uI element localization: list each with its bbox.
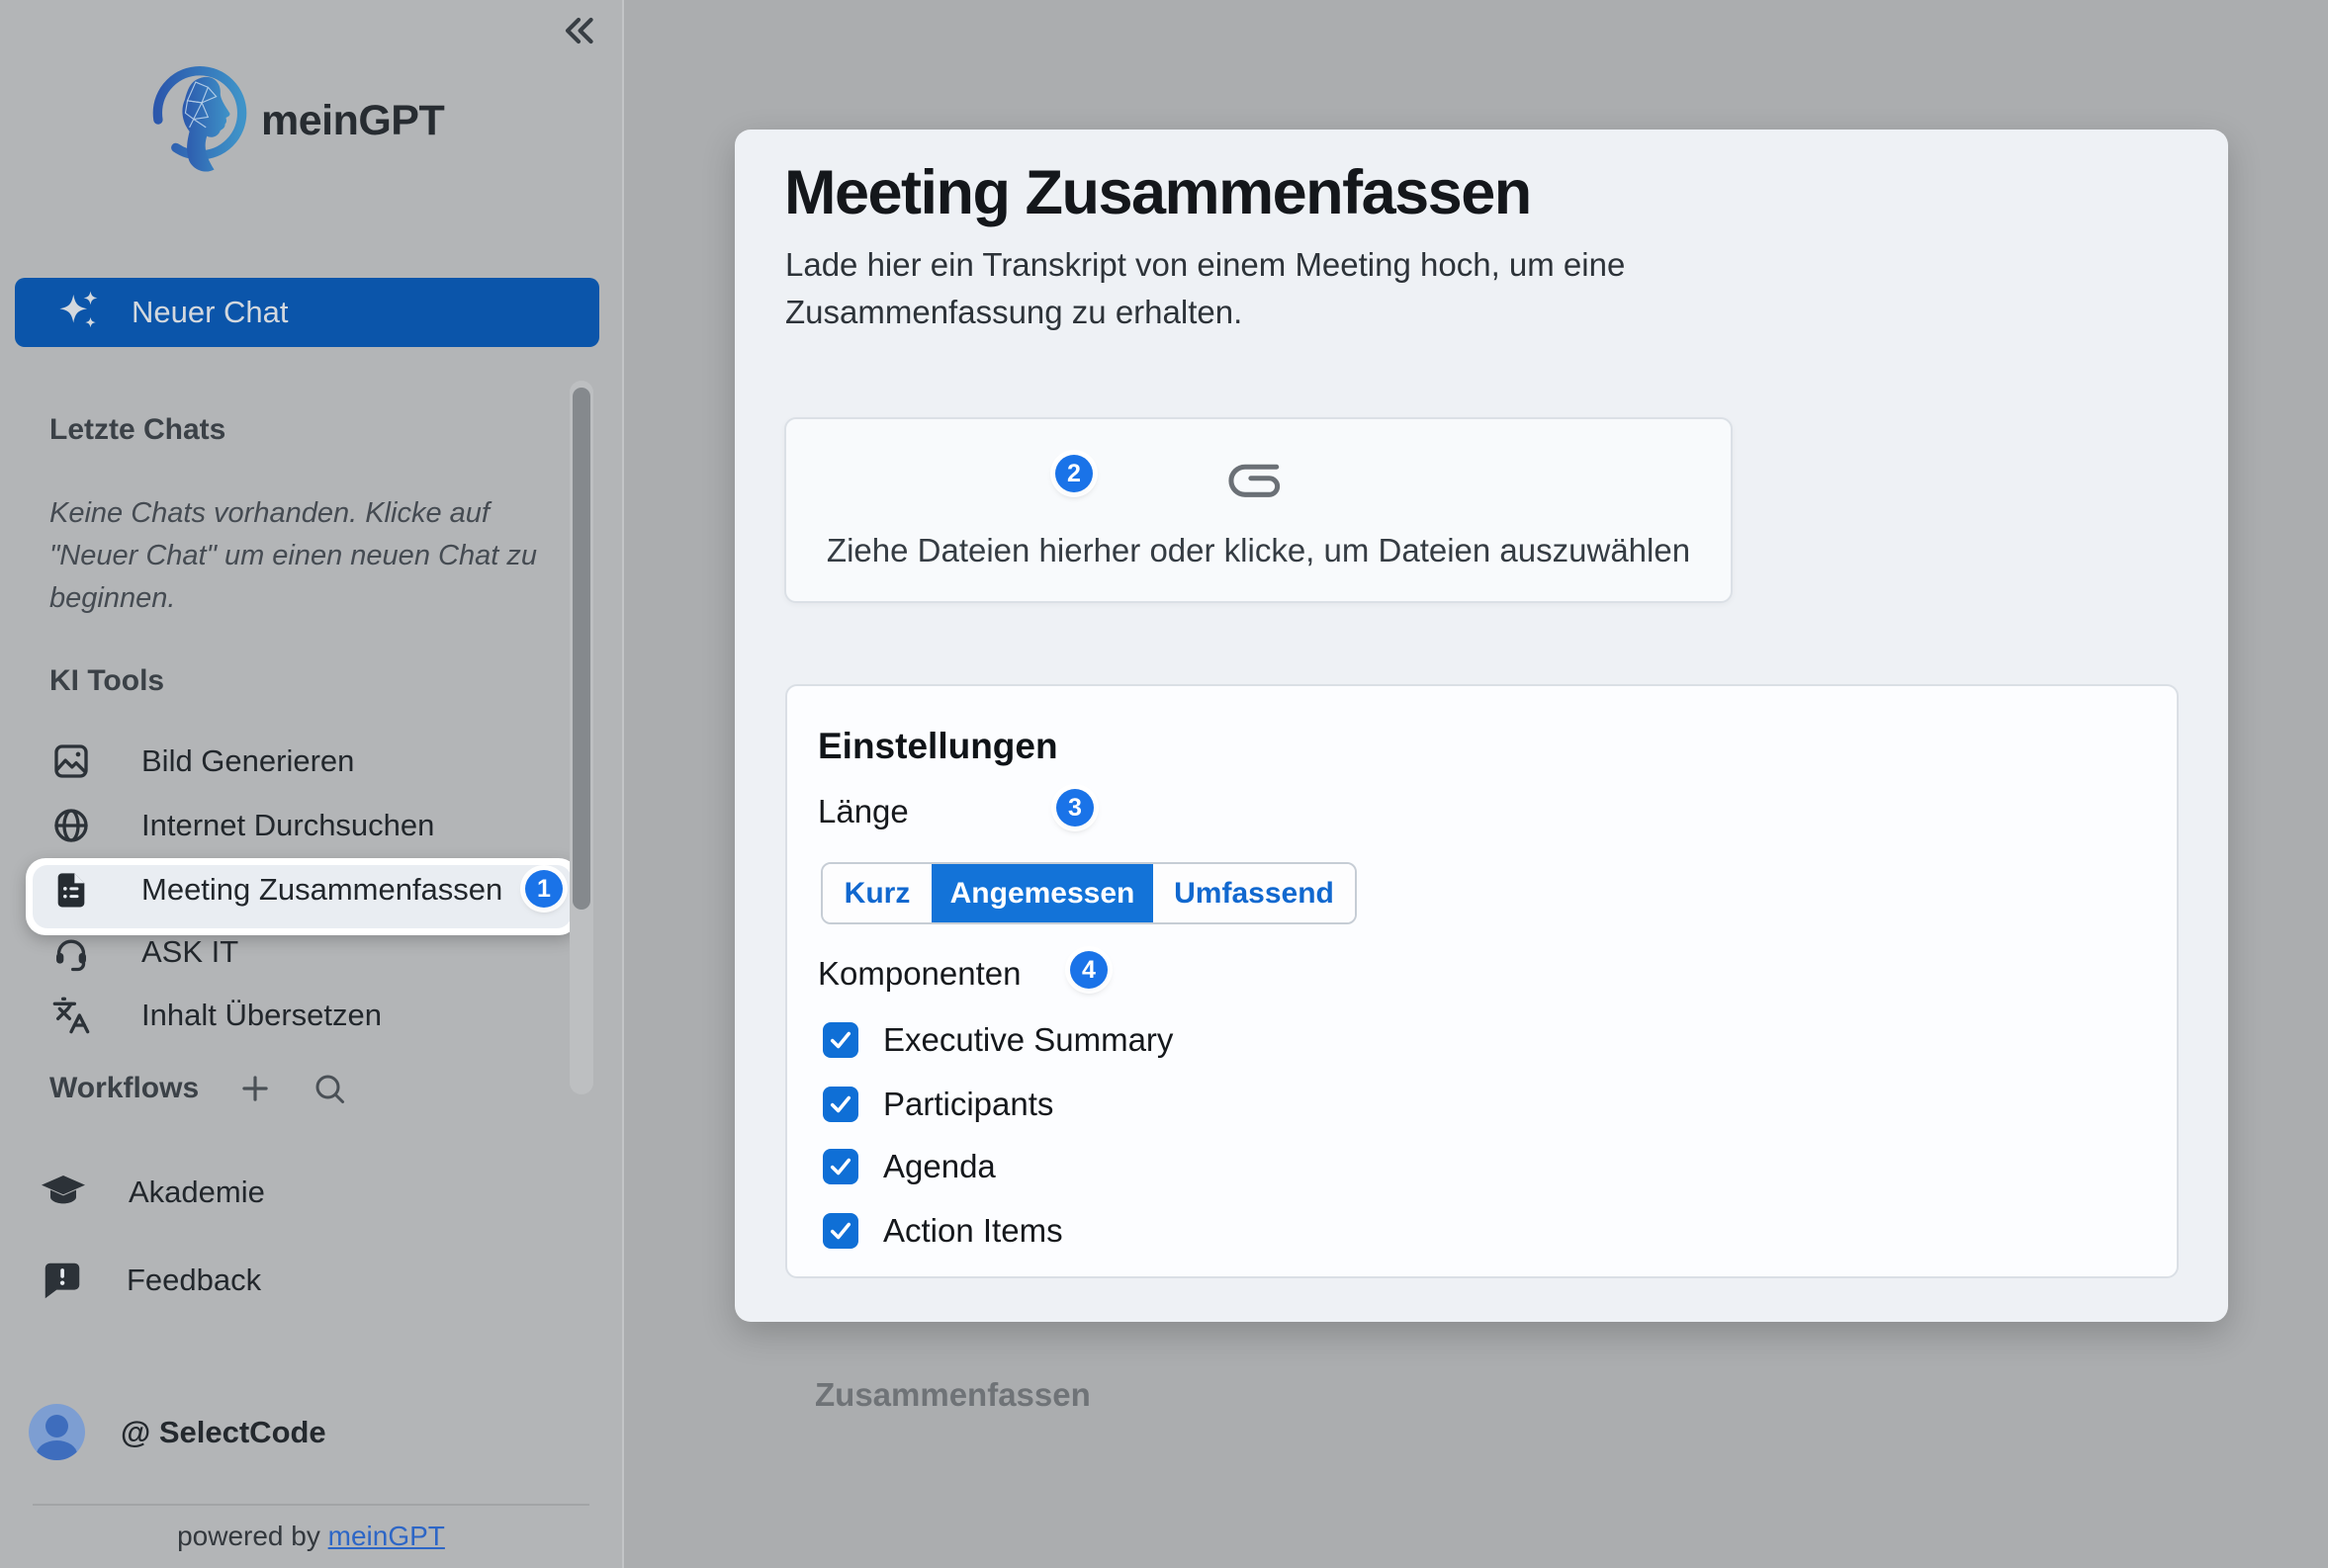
new-chat-button[interactable]: Neuer Chat [15,278,599,347]
app-title: meinGPT [261,97,444,145]
globe-icon [51,806,91,845]
tutorial-step-badge-4: 4 [1070,951,1108,989]
sidebar-scrollbar-thumb[interactable] [573,388,590,910]
sidebar: meinGPT Neuer Chat Letzte Chats Keine Ch… [0,0,624,1568]
meeting-summary-card: Meeting Zusammenfassen Lade hier ein Tra… [735,130,2228,1322]
length-option-angemessen[interactable]: Angemessen [932,864,1153,922]
feedback-icon [40,1258,85,1303]
component-checkbox-row[interactable]: Action Items [823,1212,1063,1250]
component-label: Action Items [883,1212,1063,1250]
sparkles-icon [56,288,102,338]
app-window: meinGPT Neuer Chat Letzte Chats Keine Ch… [0,0,2328,1568]
powered-by-text: powered by [177,1521,328,1551]
sidebar-item-ask-it[interactable]: ASK IT [28,923,567,981]
user-avatar [29,1404,85,1460]
length-option-umfassend[interactable]: Umfassend [1153,864,1355,922]
settings-panel: Einstellungen Länge 3 Kurz Angemessen Um… [785,684,2179,1278]
tutorial-step-badge-1: 1 [525,870,563,908]
file-icon [51,870,91,910]
sidebar-item-bild-generieren[interactable]: Bild Generieren [28,733,567,790]
component-label: Participants [883,1086,1053,1123]
checkbox-checked-icon[interactable] [823,1149,858,1184]
summarize-button[interactable]: Zusammenfassen [815,1376,1091,1414]
workflows-header: Workflows [49,1070,347,1107]
sidebar-item-label: ASK IT [141,934,238,970]
search-workflows-button[interactable] [312,1071,347,1106]
user-account-row[interactable]: @ SelectCode [29,1404,326,1460]
sidebar-item-akademie[interactable]: Akademie [40,1169,265,1216]
plus-icon [236,1070,274,1107]
component-label: Agenda [883,1148,996,1185]
ki-tools-heading: KI Tools [49,664,164,698]
sidebar-item-label: Inhalt Übersetzen [141,998,382,1033]
component-label: Executive Summary [883,1021,1173,1059]
search-icon [312,1071,347,1106]
collapse-sidebar-button[interactable] [554,8,603,57]
page-title: Meeting Zusammenfassen [784,157,1531,228]
recent-chats-heading: Letzte Chats [49,413,225,447]
settings-heading: Einstellungen [818,726,1058,767]
checkbox-checked-icon[interactable] [823,1087,858,1122]
tutorial-step-badge-3: 3 [1056,789,1094,827]
tutorial-step-badge-2: 2 [1055,455,1093,492]
new-chat-label: Neuer Chat [132,295,289,330]
length-label: Länge [818,793,909,830]
translate-icon [51,996,91,1035]
workflows-heading: Workflows [49,1072,199,1105]
sidebar-item-internet-durchsuchen[interactable]: Internet Durchsuchen [28,797,567,854]
powered-by-footer: powered by meinGPT [0,1521,622,1552]
component-checkbox-row[interactable]: Participants [823,1086,1053,1123]
components-label: Komponenten [818,955,1022,993]
paperclip-icon [1225,459,1293,509]
length-segmented-control: Kurz Angemessen Umfassend [821,862,1357,924]
sidebar-item-label: Internet Durchsuchen [141,808,434,843]
divider [33,1504,589,1506]
chevrons-left-icon [557,9,600,57]
headset-icon [51,932,91,972]
page-subtitle: Lade hier ein Transkript von einem Meeti… [785,241,1685,336]
component-checkbox-row[interactable]: Executive Summary [823,1021,1173,1059]
add-workflow-button[interactable] [236,1070,274,1107]
graduation-cap-icon [40,1169,87,1216]
sidebar-item-label: Bild Generieren [141,743,354,779]
component-checkbox-row[interactable]: Agenda [823,1148,996,1185]
image-icon [51,741,91,781]
sidebar-item-label: Akademie [129,1175,265,1210]
sidebar-item-label: Feedback [127,1263,261,1298]
empty-chats-message: Keine Chats vorhanden. Klicke auf "Neuer… [49,492,576,620]
length-option-kurz[interactable]: Kurz [823,864,932,922]
file-dropzone[interactable]: 2 Ziehe Dateien hierher oder klicke, um … [784,417,1733,603]
user-name: @ SelectCode [121,1415,326,1450]
checkbox-checked-icon[interactable] [823,1213,858,1249]
dropzone-instruction: Ziehe Dateien hierher oder klicke, um Da… [786,532,1731,569]
sidebar-item-label: Meeting Zusammenfassen [141,872,502,908]
sidebar-item-meeting-zusammenfassen[interactable]: Meeting Zusammenfassen [28,861,567,918]
meingpt-logo-icon [148,59,251,183]
meingpt-link[interactable]: meinGPT [328,1521,445,1551]
checkbox-checked-icon[interactable] [823,1022,858,1058]
sidebar-item-inhalt-uebersetzen[interactable]: Inhalt Übersetzen [28,987,567,1044]
sidebar-item-feedback[interactable]: Feedback [40,1258,261,1303]
app-logo: meinGPT [148,59,444,183]
